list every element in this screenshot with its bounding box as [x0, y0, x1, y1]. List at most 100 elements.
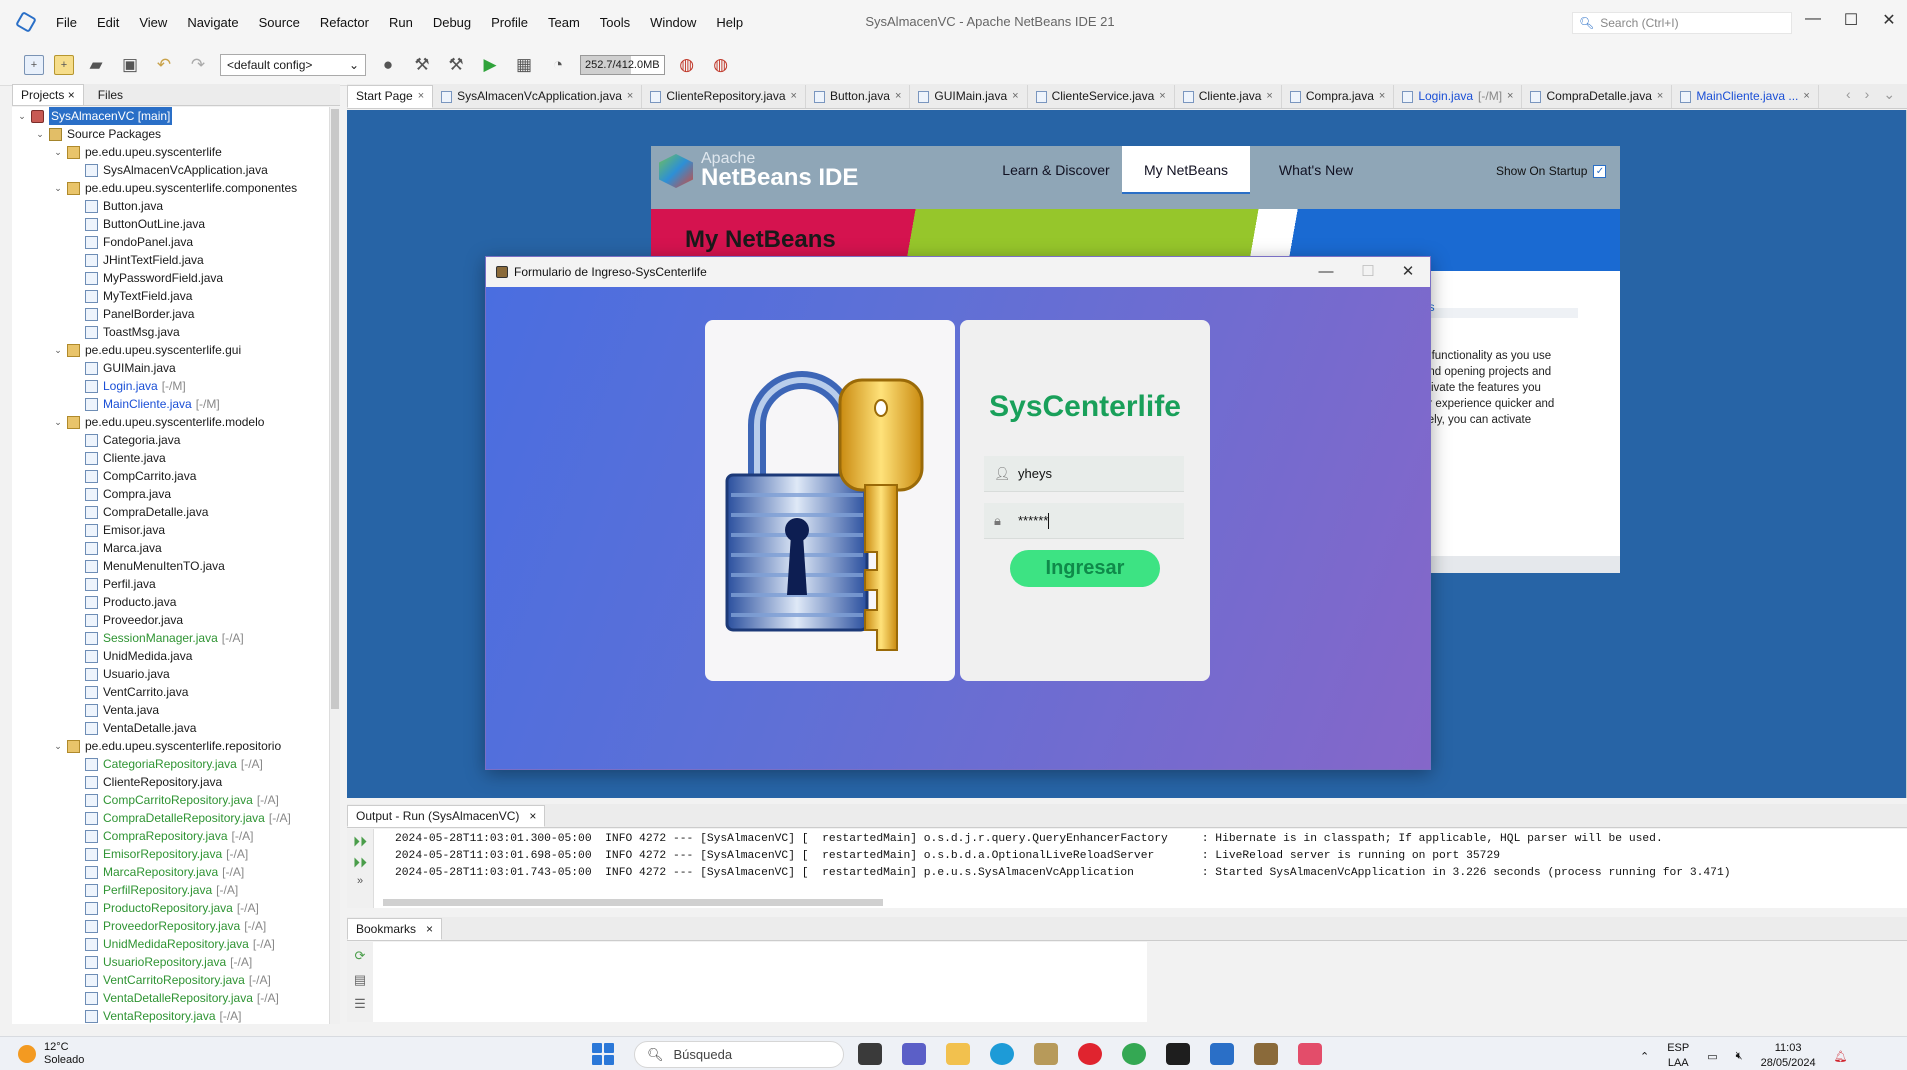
editor-tab[interactable]: Button.java × [806, 85, 911, 108]
close-icon[interactable]: × [791, 86, 797, 107]
close-icon[interactable]: × [1159, 86, 1165, 107]
task-view-icon[interactable] [858, 1043, 882, 1065]
tab-learn-discover[interactable]: Learn & Discover [994, 146, 1118, 194]
tree-item[interactable]: PanelBorder.java [12, 305, 329, 323]
tree-item[interactable]: EmisorRepository.java [-/A] [12, 845, 329, 863]
tree-item[interactable]: Usuario.java [12, 665, 329, 683]
menu-profile[interactable]: Profile [481, 15, 538, 30]
tree-item[interactable]: Marca.java [12, 539, 329, 557]
chevron-up-icon[interactable]: ⌃ [1640, 1050, 1649, 1063]
weather-widget[interactable]: 12°C Soleado [18, 1041, 84, 1067]
tree-item[interactable]: CompCarrito.java [12, 467, 329, 485]
close-window-button[interactable]: ✕ [1874, 10, 1904, 34]
clean-build-icon[interactable]: ⚒ [444, 53, 468, 77]
tree-item[interactable]: VentCarritoRepository.java [-/A] [12, 971, 329, 989]
file-explorer-icon[interactable] [946, 1043, 970, 1065]
editor-tab[interactable]: Login.java [-/M] × [1394, 85, 1523, 108]
tree-item[interactable]: Categoria.java [12, 431, 329, 449]
editor-tab[interactable]: Start Page × [347, 85, 434, 108]
tree-item[interactable]: ⌄ pe.edu.upeu.syscenterlife.componentes [12, 179, 329, 197]
tree-item[interactable]: VentaDetalle.java [12, 719, 329, 737]
tree-item[interactable]: CompraDetalleRepository.java [-/A] [12, 809, 329, 827]
opera-icon[interactable] [1078, 1043, 1102, 1065]
tree-item[interactable]: ProductoRepository.java [-/A] [12, 899, 329, 917]
tree-item[interactable]: ProveedorRepository.java [-/A] [12, 917, 329, 935]
show-on-startup-checkbox[interactable]: ✓ [1593, 164, 1607, 178]
memory-indicator[interactable]: 252.7/412.0MB [580, 54, 665, 75]
tree-item[interactable]: MyTextField.java [12, 287, 329, 305]
tree-item[interactable]: Perfil.java [12, 575, 329, 593]
editor-tab[interactable]: CompraDetalle.java × [1522, 85, 1673, 108]
tab-bookmarks[interactable]: Bookmarks × [347, 918, 443, 940]
tree-item[interactable]: VentCarrito.java [12, 683, 329, 701]
config-dropdown[interactable]: <default config> ⌄ [220, 53, 366, 76]
tree-item[interactable]: PerfilRepository.java [-/A] [12, 881, 329, 899]
debug-project-icon[interactable]: ▦ [512, 53, 536, 77]
tree-item[interactable]: MainCliente.java [-/M] [12, 395, 329, 413]
editor-tab[interactable]: GUIMain.java × [910, 85, 1028, 108]
minimize-button[interactable]: — [1798, 10, 1828, 34]
tree-item[interactable]: Button.java [12, 197, 329, 215]
notification-bell-icon[interactable]: 🔔︎ [1834, 1050, 1848, 1063]
tree-item[interactable]: CompraRepository.java [-/A] [12, 827, 329, 845]
expand-toggle-icon[interactable]: ⌄ [34, 125, 46, 143]
tree-item[interactable]: ⌄ Source Packages [12, 125, 329, 143]
tree-item[interactable]: ⌄ SysAlmacenVC [main] [12, 107, 329, 125]
tree-item[interactable]: ⌄ pe.edu.upeu.syscenterlife.gui [12, 341, 329, 359]
terminal-icon[interactable] [1166, 1043, 1190, 1065]
tree-item[interactable]: ⌄ pe.edu.upeu.syscenterlife [12, 143, 329, 161]
menu-navigate[interactable]: Navigate [177, 15, 248, 30]
network-icon[interactable]: ▭ [1707, 1050, 1717, 1063]
undo-icon[interactable]: ↶ [152, 53, 176, 77]
tab-files[interactable]: Files [90, 85, 131, 105]
tree-item[interactable]: Cliente.java [12, 449, 329, 467]
tree-item[interactable]: CompraDetalle.java [12, 503, 329, 521]
tree-item[interactable]: Venta.java [12, 701, 329, 719]
scrollbar-thumb[interactable] [331, 109, 339, 709]
tree-item[interactable]: MyPasswordField.java [12, 269, 329, 287]
close-icon[interactable]: × [1266, 86, 1272, 107]
lang-primary[interactable]: ESP [1667, 1041, 1689, 1056]
tree-item[interactable]: Proveedor.java [12, 611, 329, 629]
open-project-icon[interactable]: ▰ [84, 53, 108, 77]
menu-edit[interactable]: Edit [87, 15, 129, 30]
tree-item[interactable]: ToastMsg.java [12, 323, 329, 341]
dialog-close-button[interactable]: ✕ [1388, 260, 1428, 284]
tab-list-icon[interactable]: ⌄ [1883, 86, 1895, 103]
close-icon[interactable]: × [895, 86, 901, 107]
password-field[interactable]: 🔒︎ ****** [984, 503, 1184, 539]
profile-project-icon[interactable]: ◔ [546, 53, 570, 77]
redo-icon[interactable]: ↷ [186, 53, 210, 77]
tree-item[interactable]: ⌄ pe.edu.upeu.syscenterlife.repositorio [12, 737, 329, 755]
editor-tab[interactable]: Cliente.java × [1175, 85, 1282, 108]
tree-item[interactable]: GUIMain.java [12, 359, 329, 377]
show-on-startup[interactable]: Show On Startup ✓ [1496, 164, 1607, 178]
expand-toggle-icon[interactable]: ⌄ [52, 413, 64, 431]
more-icon[interactable]: » [357, 875, 363, 887]
browser-globe-icon[interactable]: ● [376, 53, 400, 77]
tree-item[interactable]: Producto.java [12, 593, 329, 611]
editor-tab[interactable]: Compra.java × [1282, 85, 1395, 108]
expand-toggle-icon[interactable]: ⌄ [52, 143, 64, 161]
close-icon[interactable]: × [627, 86, 633, 107]
menu-refactor[interactable]: Refactor [310, 15, 379, 30]
save-all-icon[interactable]: ▣ [118, 53, 142, 77]
dialog-titlebar[interactable]: Formulario de Ingreso-SysCenterlife [486, 257, 1430, 287]
close-icon[interactable]: × [68, 88, 75, 102]
username-field[interactable]: 👤︎ yheys [984, 456, 1184, 492]
project-tree-scrollbar[interactable] [330, 107, 340, 1024]
maximize-button[interactable]: ☐ [1836, 10, 1866, 34]
build-hammer-icon[interactable]: ⚒ [410, 53, 434, 77]
tree-item[interactable]: MarcaRepository.java [-/A] [12, 863, 329, 881]
tree-item[interactable]: MenuMenuItenTO.java [12, 557, 329, 575]
refresh-icon[interactable]: ⟳ [355, 948, 366, 964]
expand-toggle-icon[interactable]: ⌄ [52, 341, 64, 359]
new-file-icon[interactable]: + [24, 54, 44, 75]
tree-item[interactable]: CompCarritoRepository.java [-/A] [12, 791, 329, 809]
close-icon[interactable]: × [1507, 86, 1513, 107]
menu-help[interactable]: Help [706, 15, 753, 30]
tree-item[interactable]: ⌄ pe.edu.upeu.syscenterlife.modelo [12, 413, 329, 431]
close-icon[interactable]: × [1657, 86, 1663, 107]
tree-item[interactable]: UnidMedidaRepository.java [-/A] [12, 935, 329, 953]
menu-source[interactable]: Source [249, 15, 310, 30]
